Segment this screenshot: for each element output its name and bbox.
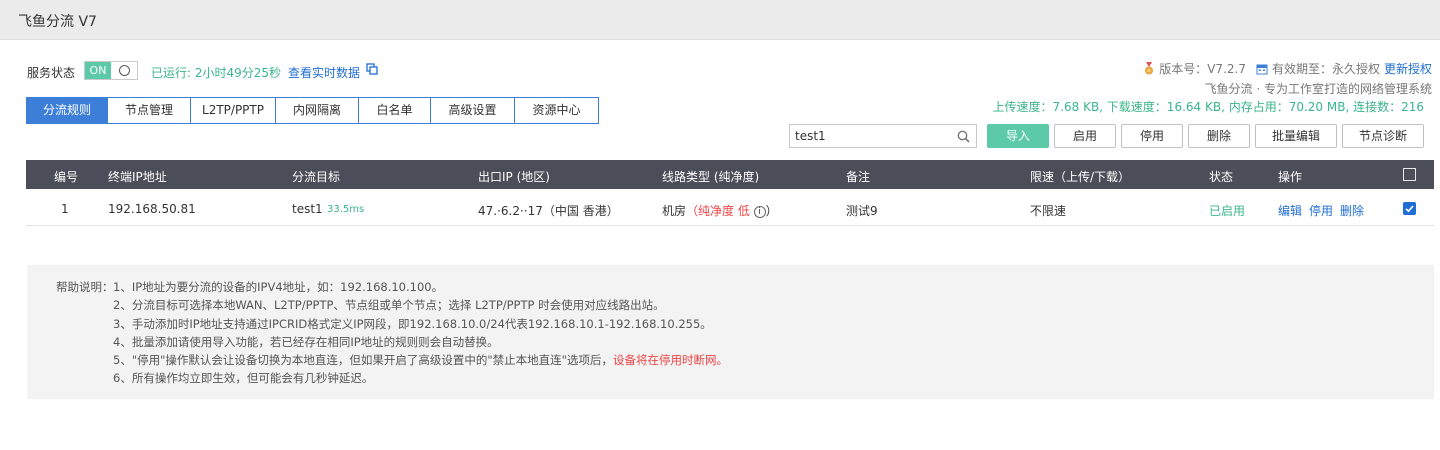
disable-button[interactable]: 停用 bbox=[1121, 124, 1183, 148]
help-line-5: 5、"停用"操作默认会让设备切换为本地直连，但如果开启了高级设置中的"禁止本地直… bbox=[113, 352, 728, 368]
external-window-icon[interactable] bbox=[366, 63, 378, 75]
node-diagnose-button[interactable]: 节点诊断 bbox=[1342, 124, 1424, 148]
row-disable-link[interactable]: 停用 bbox=[1309, 202, 1333, 219]
batch-edit-button[interactable]: 批量编辑 bbox=[1255, 124, 1337, 148]
search-input[interactable] bbox=[795, 128, 955, 144]
tab-whitelist[interactable]: 白名单 bbox=[359, 98, 431, 123]
select-all-checkbox[interactable] bbox=[1403, 168, 1416, 181]
help-line-5-warning: 设备将在停用时断网。 bbox=[612, 353, 728, 367]
search-box bbox=[789, 124, 977, 148]
row-line-type: 机房 bbox=[662, 204, 687, 218]
row-note: 测试9 bbox=[846, 204, 878, 218]
header-ip: 终端IP地址 bbox=[108, 170, 167, 184]
header-limit: 限速（上传/下载） bbox=[1030, 170, 1131, 184]
help-prefix: 帮助说明： bbox=[56, 280, 114, 294]
enable-button[interactable]: 启用 bbox=[1054, 124, 1116, 148]
service-toggle[interactable]: ON bbox=[84, 61, 138, 80]
row-ip: 192.168.50.81 bbox=[108, 202, 196, 216]
help-panel: 帮助说明： 1、IP地址为要分流的设备的IPV4地址，如：192.168.10.… bbox=[27, 265, 1434, 399]
row-latency: 33.5ms bbox=[327, 204, 365, 215]
help-line-1: 1、IP地址为要分流的设备的IPV4地址，如：192.168.10.100。 bbox=[113, 280, 444, 294]
header-target: 分流目标 bbox=[292, 170, 341, 184]
row-status: 已启用 bbox=[1209, 204, 1246, 218]
row-exit-ip: 47.·6.2··17（中国 香港） bbox=[478, 204, 619, 218]
row-limit: 不限速 bbox=[1030, 204, 1067, 218]
traffic-stats: 上传速度：7.68 KB, 下载速度：16.64 KB, 内存占用：70.20 … bbox=[992, 100, 1424, 114]
window-title: 飞鱼分流 V7 bbox=[18, 14, 97, 30]
row-purity-close: ） bbox=[765, 204, 778, 218]
help-line-3: 3、手动添加时IP地址支持通过IPCRID格式定义IP网段，即192.168.1… bbox=[113, 317, 712, 331]
main-tabs: 分流规则 节点管理 L2TP/PPTP 内网隔离 白名单 高级设置 资源中心 bbox=[26, 97, 599, 124]
header-line-type: 线路类型 (纯净度) bbox=[662, 170, 760, 184]
search-icon[interactable] bbox=[957, 130, 970, 143]
header-id: 编号 bbox=[54, 170, 79, 184]
delete-button[interactable]: 删除 bbox=[1188, 124, 1250, 148]
row-id: 1 bbox=[61, 202, 69, 216]
row-checkbox[interactable] bbox=[1403, 202, 1416, 215]
tab-resources[interactable]: 资源中心 bbox=[515, 98, 598, 123]
header-action: 操作 bbox=[1278, 170, 1303, 184]
help-line-4: 4、批量添加请使用导入功能，若已经存在相同IP地址的规则则会自动替换。 bbox=[113, 335, 499, 349]
import-button[interactable]: 导入 bbox=[987, 124, 1049, 148]
row-target: test1 bbox=[292, 202, 323, 216]
slogan-text: 飞鱼分流 · 专为工作室打造的网络管理系统 bbox=[1204, 82, 1432, 96]
table-header: 编号 终端IP地址 分流目标 出口IP (地区) 线路类型 (纯净度) 备注 限… bbox=[26, 160, 1434, 189]
uptime-text: 已运行: 2小时49分25秒 bbox=[151, 66, 282, 80]
tab-rules[interactable]: 分流规则 bbox=[27, 98, 108, 123]
medal-icon bbox=[1145, 62, 1154, 75]
info-icon[interactable]: i bbox=[753, 205, 766, 218]
toggle-on-label: ON bbox=[85, 62, 111, 79]
row-line-type-cell: 机房（纯净度 低 i） bbox=[662, 202, 778, 219]
service-status-label: 服务状态 bbox=[27, 66, 76, 80]
header-note: 备注 bbox=[846, 170, 871, 184]
version-row: 版本号：V7.2.7 有效期至：永久授权 更新授权 bbox=[1143, 60, 1432, 77]
help-line-5-text: 5、"停用"操作默认会让设备切换为本地直连，但如果开启了高级设置中的"禁止本地直… bbox=[113, 353, 613, 367]
update-license-link[interactable]: 更新授权 bbox=[1384, 60, 1432, 77]
row-edit-link[interactable]: 编辑 bbox=[1278, 202, 1302, 219]
table-row: 1 192.168.50.81 test1 33.5ms 47.·6.2··17… bbox=[26, 189, 1434, 226]
title-bar: 飞鱼分流 V7 bbox=[0, 0, 1440, 40]
row-purity: （纯净度 低 bbox=[686, 204, 750, 218]
header-exit-ip: 出口IP (地区) bbox=[478, 170, 550, 184]
tab-nodes[interactable]: 节点管理 bbox=[108, 98, 191, 123]
toggle-off-icon bbox=[119, 65, 130, 76]
realtime-data-link[interactable]: 查看实时数据 bbox=[288, 64, 360, 81]
header-status: 状态 bbox=[1209, 170, 1234, 184]
help-line-2: 2、分流目标可选择本地WAN、L2TP/PPTP、节点组或单个节点；选择 L2T… bbox=[113, 298, 665, 312]
help-line-6: 6、所有操作均立即生效，但可能会有几秒钟延迟。 bbox=[113, 371, 374, 385]
tab-isolation[interactable]: 内网隔离 bbox=[276, 98, 359, 123]
tab-advanced[interactable]: 高级设置 bbox=[431, 98, 515, 123]
version-text: 版本号：V7.2.7 bbox=[1159, 62, 1246, 76]
row-delete-link[interactable]: 删除 bbox=[1340, 202, 1364, 219]
calendar-icon bbox=[1256, 64, 1268, 74]
expiry-text: 有效期至：永久授权 bbox=[1271, 62, 1380, 76]
tab-l2tp-pptp[interactable]: L2TP/PPTP bbox=[191, 98, 276, 123]
